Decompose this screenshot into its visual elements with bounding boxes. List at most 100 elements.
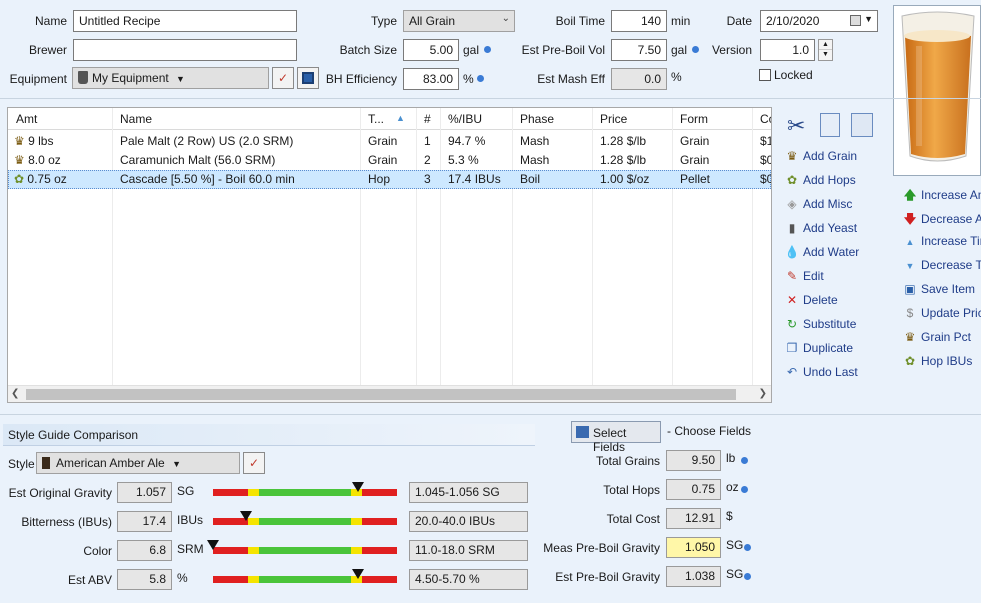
boil-time-unit: min bbox=[671, 14, 691, 28]
type-select[interactable]: All Grain ⌄ bbox=[403, 10, 515, 32]
version-input[interactable]: 1.0 bbox=[760, 39, 815, 61]
field-value: 9.50 bbox=[666, 450, 721, 471]
bh-efficiency-label: BH Efficiency bbox=[325, 72, 397, 86]
hop-icon: ✿ bbox=[14, 172, 25, 186]
equipment-select[interactable]: My Equipment ▼ bbox=[72, 67, 269, 89]
style-gauge bbox=[213, 482, 397, 496]
row-cost: $1 bbox=[760, 134, 771, 148]
add-yeast-action[interactable]: ▮ Add Yeast bbox=[783, 221, 857, 239]
brewer-input[interactable] bbox=[73, 39, 297, 61]
hop-ibus-action[interactable]: ✿ Hop IBUs bbox=[901, 354, 972, 372]
name-label: Name bbox=[34, 14, 67, 28]
style-row-range: 20.0-40.0 IBUs bbox=[409, 511, 528, 532]
choose-fields-label: - Choose Fields bbox=[667, 424, 752, 438]
update-price-action[interactable]: $ Update Pric bbox=[901, 306, 981, 324]
table-row[interactable]: ♛ 9 lbs Pale Malt (2 Row) US (2.0 SRM) G… bbox=[8, 132, 771, 151]
grain-pct-action[interactable]: ♛ Grain Pct bbox=[901, 330, 971, 348]
row-num: 1 bbox=[424, 134, 431, 148]
decrease-amount-action[interactable]: 🡇Decrease Am bbox=[901, 210, 981, 228]
col-cost[interactable]: Co bbox=[756, 112, 771, 126]
horizontal-scrollbar[interactable]: ❮ ❯ bbox=[8, 385, 771, 402]
boil-time-input[interactable]: 140 bbox=[611, 10, 667, 32]
chevron-down-icon: ⌄ bbox=[501, 13, 510, 24]
row-amt: 9 lbs bbox=[28, 134, 54, 148]
decrease-time-action[interactable]: ▼ Decrease Ti bbox=[901, 258, 981, 276]
grid-header: Amt Name T... ▲ # %/IBU Phase Price Form… bbox=[8, 108, 771, 130]
style-select[interactable]: American Amber Ale ▼ bbox=[36, 452, 240, 474]
table-row-selected[interactable]: ✿ 0.75 oz Cascade [5.50 %] - Boil 60.0 m… bbox=[8, 170, 771, 189]
beer-glass-image bbox=[893, 5, 981, 176]
date-input[interactable]: 2/10/2020 ▼ bbox=[760, 10, 878, 32]
style-row-range: 1.045-1.056 SG bbox=[409, 482, 528, 503]
col-type[interactable]: T... bbox=[364, 112, 394, 126]
scroll-left-icon[interactable]: ❮ bbox=[11, 388, 19, 399]
pre-boil-vol-unit: gal bbox=[671, 43, 688, 57]
chevron-down-icon[interactable]: ▼ bbox=[864, 14, 873, 24]
batch-size-input[interactable]: 5.00 bbox=[403, 39, 459, 61]
date-label: Date bbox=[726, 14, 752, 28]
pre-boil-vol-input[interactable]: 7.50 bbox=[611, 39, 667, 61]
substitute-action[interactable]: ↻ Substitute bbox=[783, 317, 856, 335]
add-grain-action[interactable]: ♛ Add Grain bbox=[783, 149, 857, 167]
row-name: Caramunich Malt (56.0 SRM) bbox=[120, 153, 276, 167]
row-form: Grain bbox=[680, 153, 710, 167]
col-amt[interactable]: Amt bbox=[12, 112, 112, 126]
field-unit-dot[interactable] bbox=[744, 544, 751, 551]
grain-icon: ♛ bbox=[904, 330, 916, 344]
field-unit-dot[interactable] bbox=[741, 486, 748, 493]
style-row-value: 5.8 bbox=[117, 569, 172, 590]
add-hops-action[interactable]: ✿ Add Hops bbox=[783, 173, 856, 191]
delete-icon: ✕ bbox=[786, 293, 798, 307]
duplicate-action[interactable]: ❐ Duplicate bbox=[783, 341, 853, 359]
bh-efficiency-input[interactable]: 83.00 bbox=[403, 68, 459, 90]
gauge-marker bbox=[352, 569, 364, 579]
date-value: 2/10/2020 bbox=[766, 14, 820, 28]
field-label: Total Cost bbox=[606, 512, 660, 526]
edit-action[interactable]: ✎ Edit bbox=[783, 269, 824, 287]
spin-down-icon[interactable]: ▼ bbox=[819, 50, 832, 60]
equipment-label: Equipment bbox=[9, 72, 67, 86]
name-input[interactable]: Untitled Recipe bbox=[73, 10, 297, 32]
ingredient-grid[interactable]: Amt Name T... ▲ # %/IBU Phase Price Form… bbox=[7, 107, 772, 403]
hop-icon: ✿ bbox=[786, 173, 798, 187]
style-guide-title: Style Guide Comparison bbox=[8, 428, 139, 442]
save-item-action[interactable]: ▣ Save Item bbox=[901, 282, 975, 300]
style-row-range: 4.50-5.70 % bbox=[409, 569, 528, 590]
style-row-label: Est ABV bbox=[67, 573, 112, 587]
batch-size-unit-dot[interactable] bbox=[484, 46, 491, 53]
undo-last-action[interactable]: ↶ Undo Last bbox=[783, 365, 858, 383]
col-name[interactable]: Name bbox=[116, 112, 356, 126]
edit-equipment-button[interactable]: ✓ bbox=[272, 67, 294, 89]
increase-time-action[interactable]: ▲ Increase Tin bbox=[901, 234, 981, 252]
col-phase[interactable]: Phase bbox=[516, 112, 592, 126]
copy-icon[interactable] bbox=[820, 113, 840, 137]
edit-style-button[interactable]: ✓ bbox=[243, 452, 265, 474]
table-row[interactable]: ♛ 8.0 oz Caramunich Malt (56.0 SRM) Grai… bbox=[8, 151, 771, 170]
bh-efficiency-unit-dot[interactable] bbox=[477, 75, 484, 82]
pre-boil-vol-unit-dot[interactable] bbox=[692, 46, 699, 53]
field-unit-dot[interactable] bbox=[744, 573, 751, 580]
locked-checkbox[interactable] bbox=[759, 69, 771, 81]
paste-icon[interactable] bbox=[851, 113, 873, 137]
spin-up-icon[interactable]: ▲ bbox=[819, 40, 832, 50]
cut-icon[interactable]: ✂ bbox=[787, 113, 805, 139]
add-water-action[interactable]: 💧 Add Water bbox=[783, 245, 860, 263]
chevron-down-icon: ▼ bbox=[176, 74, 185, 84]
col-form[interactable]: Form bbox=[676, 112, 752, 126]
delete-action[interactable]: ✕ Delete bbox=[783, 293, 838, 311]
undo-icon: ↶ bbox=[786, 365, 798, 379]
col-pct-ibu[interactable]: %/IBU bbox=[444, 112, 514, 126]
type-label: Type bbox=[370, 14, 397, 28]
col-price[interactable]: Price bbox=[596, 112, 672, 126]
scrollbar-thumb[interactable] bbox=[26, 389, 736, 400]
field-unit-dot[interactable] bbox=[741, 457, 748, 464]
increase-amount-action[interactable]: 🡅Increase Am bbox=[901, 186, 981, 204]
duplicate-icon: ❐ bbox=[786, 341, 798, 355]
select-fields-button[interactable]: Select Fields bbox=[571, 421, 661, 454]
calendar-icon[interactable] bbox=[850, 15, 861, 26]
add-misc-action[interactable]: ◈ Add Misc bbox=[783, 197, 852, 215]
substitute-icon: ↻ bbox=[786, 317, 798, 331]
version-spinner[interactable]: ▲ ▼ bbox=[818, 39, 833, 61]
field-unit: $ bbox=[726, 509, 733, 523]
scroll-right-icon[interactable]: ❯ bbox=[759, 388, 767, 399]
